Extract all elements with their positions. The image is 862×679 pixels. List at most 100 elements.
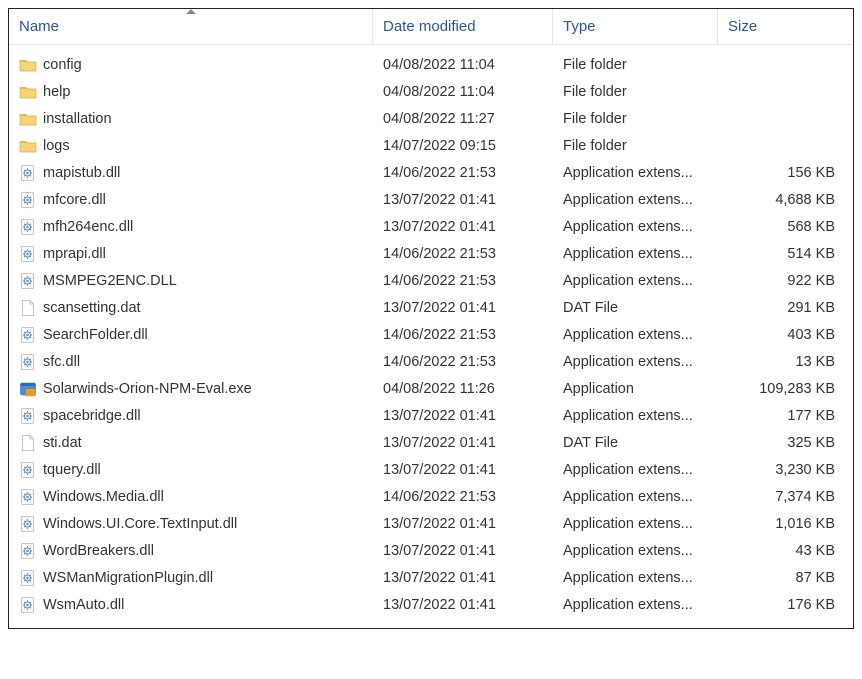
file-size-cell: 3,230 KB <box>718 462 853 478</box>
file-size-cell: 176 KB <box>718 597 853 613</box>
dll-icon <box>19 542 37 560</box>
file-name-cell: WordBreakers.dll <box>9 542 373 560</box>
column-header-size-label: Size <box>728 18 757 35</box>
file-row[interactable]: Windows.UI.Core.TextInput.dll13/07/2022 … <box>9 510 853 537</box>
column-header-name[interactable]: Name <box>9 9 373 44</box>
file-date-cell: 13/07/2022 01:41 <box>373 543 553 559</box>
file-row[interactable]: scansetting.dat13/07/2022 01:41DAT File2… <box>9 294 853 321</box>
file-size-cell: 568 KB <box>718 219 853 235</box>
file-name-label: MSMPEG2ENC.DLL <box>43 273 177 289</box>
dll-icon <box>19 488 37 506</box>
file-name-cell: logs <box>9 137 373 155</box>
file-size-cell: 922 KB <box>718 273 853 289</box>
file-size-cell: 156 KB <box>718 165 853 181</box>
file-row[interactable]: mapistub.dll14/06/2022 21:53Application … <box>9 159 853 186</box>
file-row[interactable]: tquery.dll13/07/2022 01:41Application ex… <box>9 456 853 483</box>
folder-icon <box>19 137 37 155</box>
file-row[interactable]: spacebridge.dll13/07/2022 01:41Applicati… <box>9 402 853 429</box>
file-name-label: mfcore.dll <box>43 192 106 208</box>
file-name-cell: sfc.dll <box>9 353 373 371</box>
file-row[interactable]: mprapi.dll 14/06/2022 21:53Application ex… <box>9 240 853 267</box>
file-date-cell: 13/07/2022 01:41 <box>373 435 553 451</box>
file-row[interactable]: WordBreakers.dll13/07/2022 01:41Applicat… <box>9 537 853 564</box>
dll-icon <box>19 191 37 209</box>
file-size-cell: 177 KB <box>718 408 853 424</box>
file-type-cell: Application extens... <box>553 489 718 505</box>
file-date-cell: 13/07/2022 01:41 <box>373 192 553 208</box>
dll-icon <box>19 245 37 263</box>
file-name-cell: Windows.Media.dll <box>9 488 373 506</box>
column-header-date[interactable]: Date modified <box>373 9 553 44</box>
file-type-cell: Application extens... <box>553 462 718 478</box>
file-name-cell: WsmAuto.dll <box>9 596 373 614</box>
column-header-size[interactable]: Size <box>718 9 853 44</box>
file-row[interactable]: installation 04/08/2022 11:27File folder <box>9 105 853 132</box>
file-date-cell: 14/06/2022 21:53 <box>373 246 553 262</box>
file-row[interactable]: Solarwinds-Orion-NPM-Eval.exe04/08/2022 … <box>9 375 853 402</box>
dll-icon <box>19 326 37 344</box>
file-type-cell: Application extens... <box>553 516 718 532</box>
file-size-cell: 87 KB <box>718 570 853 586</box>
file-size-cell: 7,374 KB <box>718 489 853 505</box>
file-type-cell: File folder <box>553 111 718 127</box>
file-name-cell: tquery.dll <box>9 461 373 479</box>
file-icon <box>19 299 37 317</box>
file-name-label: logs <box>43 138 70 154</box>
file-name-label: SearchFolder.dll <box>43 327 148 343</box>
file-name-label: mprapi.dll <box>43 246 106 262</box>
file-type-cell: Application extens... <box>553 408 718 424</box>
column-header-type[interactable]: Type <box>553 9 718 44</box>
file-size-cell: 291 KB <box>718 300 853 316</box>
file-type-cell: File folder <box>553 57 718 73</box>
file-name-cell: help <box>9 83 373 101</box>
file-list-pane: Name Date modified Type Size config04/08… <box>8 8 854 629</box>
file-row[interactable]: config04/08/2022 11:04File folder <box>9 51 853 78</box>
file-type-cell: Application extens... <box>553 570 718 586</box>
file-row[interactable]: sti.dat13/07/2022 01:41DAT File325 KB <box>9 429 853 456</box>
file-name-cell: mfcore.dll <box>9 191 373 209</box>
file-name-label: Windows.UI.Core.TextInput.dll <box>43 516 237 532</box>
dll-icon <box>19 461 37 479</box>
file-type-cell: Application extens... <box>553 354 718 370</box>
file-row[interactable]: sfc.dll14/06/2022 21:53Application exten… <box>9 348 853 375</box>
file-name-cell: spacebridge.dll <box>9 407 373 425</box>
file-date-cell: 14/06/2022 21:53 <box>373 354 553 370</box>
file-type-cell: Application extens... <box>553 219 718 235</box>
file-date-cell: 13/07/2022 01:41 <box>373 408 553 424</box>
file-row[interactable]: mfh264enc.dll13/07/2022 01:41Application… <box>9 213 853 240</box>
file-size-cell: 1,016 KB <box>718 516 853 532</box>
file-name-label: mapistub.dll <box>43 165 120 181</box>
dll-icon <box>19 407 37 425</box>
file-row[interactable]: help04/08/2022 11:04File folder <box>9 78 853 105</box>
file-name-label: WsmAuto.dll <box>43 597 124 613</box>
file-row[interactable]: Windows.Media.dll14/06/2022 21:53Applica… <box>9 483 853 510</box>
file-type-cell: Application extens... <box>553 246 718 262</box>
file-name-label: mfh264enc.dll <box>43 219 133 235</box>
file-name-cell: installation <box>9 110 373 128</box>
file-date-cell: 13/07/2022 01:41 <box>373 300 553 316</box>
file-row[interactable]: WSManMigrationPlugin.dll13/07/2022 01:41… <box>9 564 853 591</box>
exe-icon <box>19 380 37 398</box>
file-name-cell: config <box>9 56 373 74</box>
file-type-cell: DAT File <box>553 300 718 316</box>
file-type-cell: Application extens... <box>553 273 718 289</box>
file-row[interactable]: MSMPEG2ENC.DLL 14/06/2022 21:53Applicatio… <box>9 267 853 294</box>
file-name-label: sti.dat <box>43 435 82 451</box>
file-row[interactable]: WsmAuto.dll13/07/2022 01:41Application e… <box>9 591 853 618</box>
file-type-cell: File folder <box>553 84 718 100</box>
dll-icon <box>19 164 37 182</box>
file-name-cell: Solarwinds-Orion-NPM-Eval.exe <box>9 380 373 398</box>
file-date-cell: 04/08/2022 11:27 <box>373 111 553 127</box>
file-date-cell: 14/06/2022 21:53 <box>373 273 553 289</box>
file-name-label: WordBreakers.dll <box>43 543 154 559</box>
file-row[interactable]: SearchFolder.dll14/06/2022 21:53Applicat… <box>9 321 853 348</box>
file-name-cell: mapistub.dll <box>9 164 373 182</box>
file-row[interactable]: logs14/07/2022 09:15File folder <box>9 132 853 159</box>
file-date-cell: 13/07/2022 01:41 <box>373 570 553 586</box>
file-name-label: installation <box>43 111 112 127</box>
file-name-cell: MSMPEG2ENC.DLL <box>9 272 373 290</box>
file-row[interactable]: mfcore.dll13/07/2022 01:41Application ex… <box>9 186 853 213</box>
file-type-cell: Application extens... <box>553 327 718 343</box>
file-date-cell: 04/08/2022 11:04 <box>373 57 553 73</box>
file-type-cell: File folder <box>553 138 718 154</box>
